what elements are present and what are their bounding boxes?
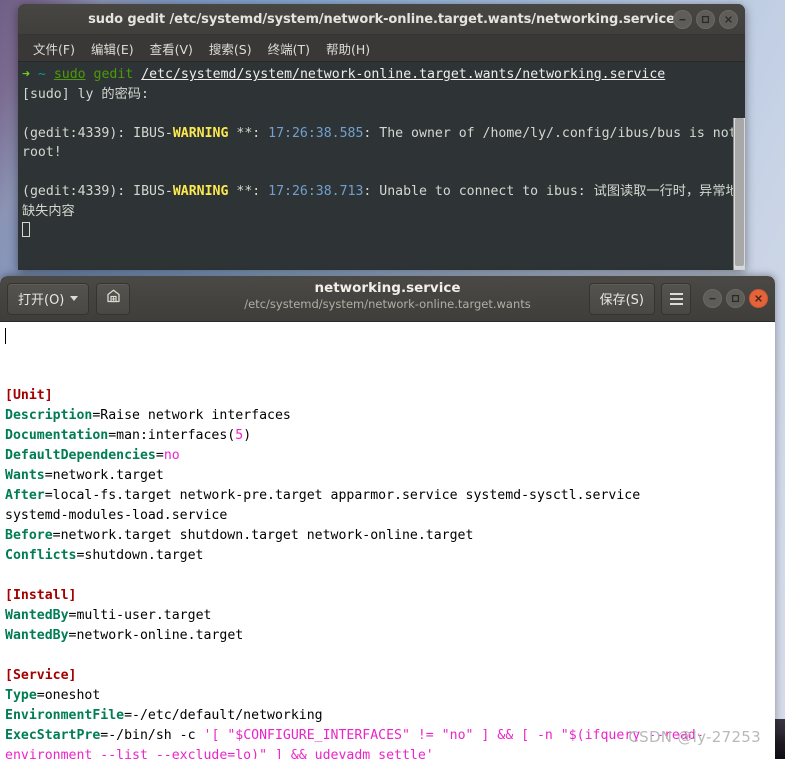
- terminal-window-controls: [673, 4, 738, 34]
- code-line: Conflicts=shutdown.target: [5, 548, 204, 563]
- maximize-icon[interactable]: [726, 289, 745, 308]
- menu-terminal[interactable]: 终端(T): [261, 36, 317, 61]
- maximize-icon[interactable]: [696, 9, 715, 29]
- gedit-window[interactable]: 打开(O) networking.service /etc/systemd/sy…: [0, 276, 775, 759]
- close-icon[interactable]: [719, 9, 738, 29]
- prompt-path: /etc/systemd/system/network-online.targe…: [141, 67, 666, 82]
- code-line: DefaultDependencies=no: [5, 448, 180, 463]
- hamburger-menu-icon: [669, 292, 683, 305]
- code-line: WantedBy=multi-user.target: [5, 608, 212, 623]
- chevron-down-icon: [70, 296, 79, 301]
- terminal-password-prompt: [sudo] ly 的密码:: [22, 86, 149, 102]
- save-button-label: 保存(S): [599, 293, 644, 308]
- text-caret: [5, 328, 6, 344]
- save-as-icon: [105, 288, 122, 309]
- code-line: EnvironmentFile=-/etc/default/networking: [5, 708, 323, 723]
- close-icon[interactable]: [749, 289, 768, 308]
- terminal-titlebar[interactable]: sudo gedit /etc/systemd/system/network-o…: [18, 4, 745, 35]
- terminal-scrollbar-thumb[interactable]: [735, 118, 744, 266]
- code-line: [Install]: [5, 588, 77, 603]
- gedit-header-right-group: 保存(S): [588, 282, 768, 315]
- code-line: WantedBy=network-online.target: [5, 628, 244, 643]
- menu-file[interactable]: 文件(F): [26, 36, 82, 61]
- save-button[interactable]: 保存(S): [588, 282, 655, 315]
- code-line: After=local-fs.target network-pre.target…: [5, 488, 641, 503]
- minimize-icon[interactable]: [673, 9, 692, 29]
- save-as-button[interactable]: [96, 282, 131, 315]
- warn1-stars: **:: [228, 125, 269, 141]
- warn2-tag: WARNING: [172, 184, 229, 199]
- code-line: Wants=network.target: [5, 468, 164, 483]
- code-line: Description=Raise network interfaces: [5, 408, 291, 423]
- code-line: [Unit]: [5, 388, 53, 403]
- open-button-label: 打开(O): [18, 293, 65, 308]
- hamburger-menu-button[interactable]: [661, 282, 691, 315]
- terminal-cursor: [22, 222, 30, 237]
- code-line: Type=oneshot: [5, 688, 101, 703]
- minimize-icon[interactable]: [703, 289, 722, 308]
- terminal-window[interactable]: sudo gedit /etc/systemd/system/network-o…: [18, 4, 745, 270]
- terminal-menubar: 文件(F) 编辑(E) 查看(V) 搜索(S) 终端(T) 帮助(H): [18, 35, 745, 62]
- document-path-subtitle: /etc/systemd/system/network-online.targe…: [244, 297, 531, 311]
- warn1-prefix: (gedit:4339): IBUS-: [22, 125, 173, 141]
- menu-view[interactable]: 查看(V): [143, 36, 200, 61]
- code-line: [Service]: [5, 668, 77, 683]
- code-line: systemd-modules-load.service: [5, 508, 228, 523]
- terminal-title: sudo gedit /etc/systemd/system/network-o…: [88, 11, 675, 27]
- code-line: ExecStartPre=-/bin/sh -c '[ "$CONFIGURE_…: [5, 728, 704, 759]
- code-line: Documentation=man:interfaces(5): [5, 428, 252, 443]
- terminal-warning-1: (gedit:4339): IBUS-WARNING **: 17:26:38.…: [22, 126, 745, 161]
- gedit-window-controls: [703, 289, 768, 308]
- prompt-sudo: sudo: [53, 67, 86, 82]
- prompt-arrow-icon: ➜: [22, 67, 30, 82]
- gedit-file-content: [Unit] Description=Raise network interfac…: [5, 386, 775, 759]
- gedit-text-editor[interactable]: [Unit] Description=Raise network interfac…: [0, 322, 775, 759]
- menu-help[interactable]: 帮助(H): [319, 36, 377, 61]
- menu-search[interactable]: 搜索(S): [202, 36, 259, 61]
- terminal-scrollbar[interactable]: [733, 118, 745, 270]
- gedit-headerbar[interactable]: 打开(O) networking.service /etc/systemd/sy…: [0, 276, 775, 322]
- prompt-cwd: ~: [37, 67, 46, 82]
- page-title: networking.service: [314, 280, 461, 296]
- warn1-tag: WARNING: [172, 125, 229, 141]
- warn2-time: 17:26:38.713: [268, 184, 364, 199]
- prompt-command: gedit: [93, 67, 134, 82]
- terminal-warning-2: (gedit:4339): IBUS-WARNING **: 17:26:38.…: [22, 184, 739, 219]
- code-line: Before=network.target shutdown.target ne…: [5, 528, 474, 543]
- warn2-stars: **:: [228, 184, 269, 199]
- terminal-output[interactable]: ➜ ~ sudo gedit /etc/systemd/system/netwo…: [18, 62, 745, 270]
- menu-edit[interactable]: 编辑(E): [84, 36, 141, 61]
- warn2-prefix: (gedit:4339): IBUS-: [22, 184, 173, 199]
- open-button[interactable]: 打开(O): [7, 282, 90, 315]
- warn1-time: 17:26:38.585: [268, 125, 364, 141]
